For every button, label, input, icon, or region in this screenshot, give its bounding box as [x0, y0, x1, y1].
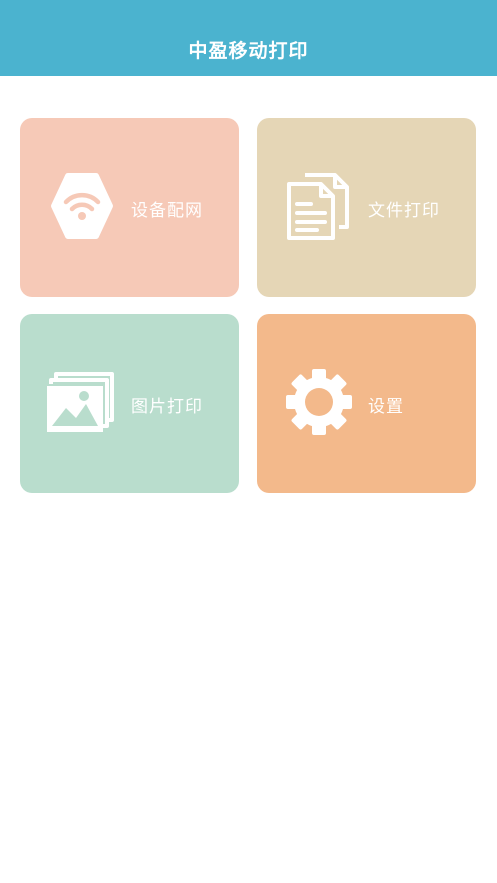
app-header: 中盈移动打印 — [0, 0, 497, 76]
file-print-label: 文件打印 — [368, 201, 440, 221]
gear-icon — [283, 366, 355, 438]
images-icon — [46, 366, 118, 438]
image-print-tile[interactable]: 图片打印 — [20, 314, 239, 493]
image-print-label: 图片打印 — [131, 397, 203, 417]
documents-icon — [283, 170, 355, 242]
device-network-label: 设备配网 — [131, 201, 203, 221]
app-screen: 中盈移动打印 设备配网 文件打印 图片打印 设置 — [0, 0, 497, 883]
device-network-tile[interactable]: 设备配网 — [20, 118, 239, 297]
wifi-hexagon-icon — [46, 170, 118, 242]
file-print-tile[interactable]: 文件打印 — [257, 118, 476, 297]
app-title: 中盈移动打印 — [188, 40, 309, 62]
settings-label: 设置 — [368, 397, 404, 417]
settings-tile[interactable]: 设置 — [257, 314, 476, 493]
